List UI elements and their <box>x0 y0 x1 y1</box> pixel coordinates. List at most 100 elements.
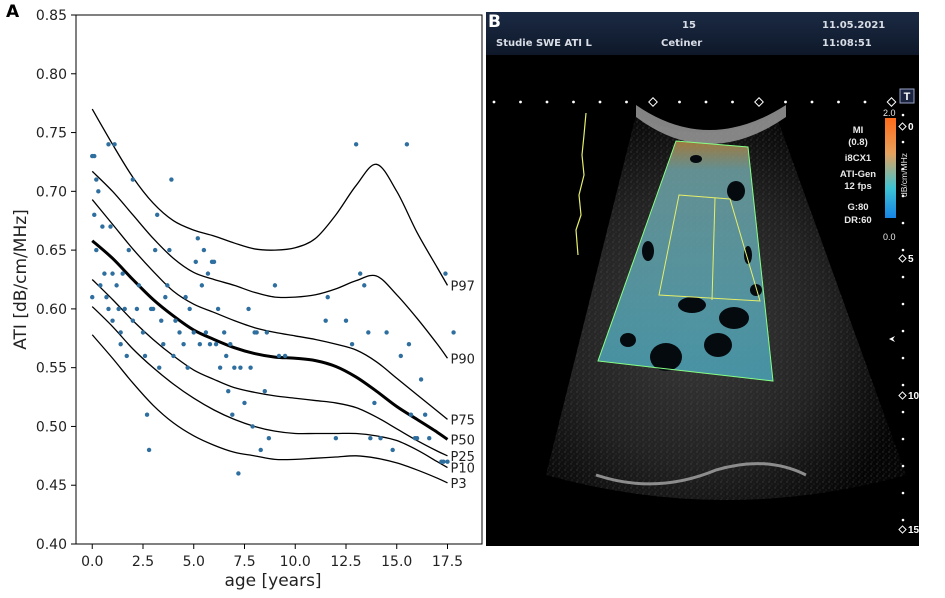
scale-dot <box>901 464 905 468</box>
data-point <box>378 436 383 441</box>
data-point <box>195 236 200 241</box>
data-point <box>122 306 127 312</box>
yellow-trace <box>575 112 587 256</box>
scale-dot <box>901 356 905 360</box>
data-point <box>163 294 168 300</box>
x-axis-label: age [years] <box>224 571 321 591</box>
data-point <box>264 330 270 335</box>
data-point <box>211 259 217 265</box>
data-point <box>207 341 213 347</box>
data-point <box>197 341 203 347</box>
scanner-parameter: (0.8) <box>848 137 868 148</box>
data-point <box>372 400 377 406</box>
data-point <box>146 447 152 453</box>
scale-dot <box>901 140 905 144</box>
data-point <box>106 306 111 312</box>
y-tick-label: 0.70 <box>36 184 67 200</box>
data-point <box>92 212 97 218</box>
data-point <box>165 283 170 288</box>
data-point <box>266 436 272 441</box>
data-point <box>191 330 196 335</box>
ultrasound-header: B 15 11.05.2021 Studie SWE ATI L Cetiner… <box>486 12 919 55</box>
data-point <box>104 294 109 300</box>
x-tick-label: 5.0 <box>183 554 205 570</box>
x-tick-label: 2.5 <box>132 554 154 570</box>
header-study: Studie SWE ATI L <box>496 38 592 49</box>
x-tick-label: 10.0 <box>280 554 311 570</box>
y-tick-label: 0.75 <box>36 126 67 142</box>
data-point <box>118 341 123 347</box>
scale-dot <box>572 100 575 104</box>
data-point <box>250 424 255 429</box>
x-tick-label: 0.0 <box>81 554 103 570</box>
scale-dot <box>901 329 905 333</box>
data-point <box>451 330 456 335</box>
percentile-curve-p97 <box>91 108 449 286</box>
y-tick-label: 0.60 <box>36 302 67 318</box>
data-point <box>140 330 146 335</box>
colorbar-unit: dB/cm/MHz <box>899 153 909 197</box>
percentile-curve-p50 <box>91 239 449 441</box>
depth-label: 5 <box>908 254 914 265</box>
data-point <box>102 271 107 276</box>
top-marker: T <box>904 91 911 103</box>
scale-dot <box>901 518 905 522</box>
percentile-curve-p75 <box>91 199 448 420</box>
scanner-parameter: 12 fps <box>844 181 871 192</box>
data-point <box>349 341 355 347</box>
scanner-parameter: MI <box>853 125 864 136</box>
percentile-label-p10: P10 <box>450 462 474 477</box>
data-point <box>224 353 229 359</box>
x-tick-label: 15.0 <box>381 554 412 570</box>
data-point <box>368 436 373 441</box>
data-point <box>228 341 233 347</box>
depth-diamond <box>898 525 907 534</box>
scale-dot <box>678 100 681 104</box>
y-axis-label: ATI [dB/cm/MHz] <box>11 209 31 350</box>
data-point <box>246 306 251 312</box>
diamond-marker <box>648 97 658 107</box>
data-point <box>157 365 162 370</box>
header-date: 11.05.2021 <box>822 20 886 31</box>
data-point <box>406 341 412 347</box>
scanner-parameter: ATI-Gen <box>840 169 876 180</box>
percentile-label-p90: P90 <box>450 352 474 367</box>
diamond-marker <box>886 97 897 107</box>
x-tick-label: 17.5 <box>432 554 463 570</box>
focus-arrow-icon <box>889 336 895 342</box>
data-point <box>404 142 410 147</box>
data-point <box>230 412 235 417</box>
data-point <box>112 142 117 147</box>
data-point <box>173 318 178 323</box>
data-point <box>183 294 188 300</box>
scale-dot <box>901 113 905 117</box>
data-point <box>418 377 424 382</box>
data-point <box>108 224 113 229</box>
percentile-label-p97: P97 <box>450 279 474 294</box>
data-point <box>181 341 186 347</box>
data-point <box>98 283 103 288</box>
data-point <box>203 330 209 335</box>
data-point <box>248 365 253 370</box>
data-point <box>205 271 211 276</box>
data-point <box>384 330 389 335</box>
data-point <box>390 447 395 453</box>
scale-dot <box>625 100 628 104</box>
data-point <box>136 283 142 288</box>
header-operator: Cetiner <box>661 38 703 49</box>
data-point <box>106 142 111 147</box>
data-point <box>358 271 363 276</box>
header-time: 11:08:51 <box>822 38 872 49</box>
panel-letter-b: B <box>488 12 501 32</box>
colorbar-max: 2.0 <box>883 108 896 118</box>
depth-label: 10 <box>908 391 919 402</box>
data-point <box>142 353 148 359</box>
depth-diamond <box>898 122 907 131</box>
data-point <box>242 400 247 406</box>
data-point <box>126 247 131 253</box>
depth-label: 0 <box>908 122 914 133</box>
data-point <box>130 177 136 182</box>
data-point <box>159 318 164 323</box>
scale-dot <box>901 383 905 387</box>
scale-dot <box>901 491 905 495</box>
